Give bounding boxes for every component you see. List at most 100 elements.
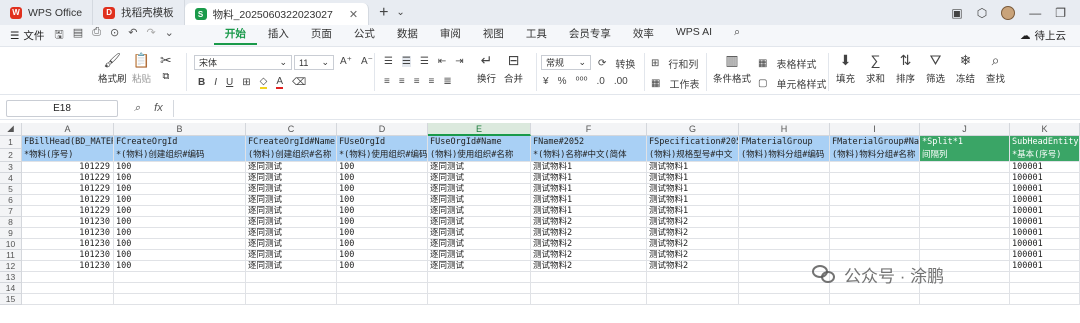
restore-icon[interactable]: ❐ [1055, 6, 1066, 20]
row-header[interactable]: 2 [0, 149, 22, 162]
table-cell[interactable]: 逐同测试 [246, 217, 337, 228]
currency-icon[interactable]: ¥ [543, 76, 549, 87]
undo-icon[interactable]: ↶ [128, 26, 137, 45]
table-cell[interactable]: 100001 [1010, 195, 1080, 206]
table-cell[interactable]: 测试物料2 [531, 261, 647, 272]
menu-tools[interactable]: 工具 [515, 26, 558, 45]
table-cell[interactable] [920, 173, 1010, 184]
table-cell[interactable]: 100001 [1010, 206, 1080, 217]
row-header[interactable]: 1 [0, 136, 22, 149]
menu-insert[interactable]: 插入 [257, 26, 300, 45]
table-cell[interactable]: 100 [337, 195, 428, 206]
table-cell[interactable]: 测试物料1 [647, 195, 739, 206]
table-cell[interactable]: 逐同测试 [428, 173, 531, 184]
table-cell[interactable]: 101230 [22, 250, 114, 261]
table-cell[interactable] [739, 228, 830, 239]
table-cell[interactable]: 逐同测试 [246, 195, 337, 206]
table-cell[interactable] [246, 272, 337, 283]
function-icon[interactable]: fx [154, 102, 163, 115]
sort-button[interactable]: ⇅ 排序 [896, 53, 915, 85]
minimize-icon[interactable]: — [1029, 6, 1041, 20]
find-button[interactable]: ⌕ 查找 [986, 53, 1005, 85]
column-header-i[interactable]: I [830, 123, 920, 136]
table-cell[interactable]: 101229 [22, 162, 114, 173]
table-cell[interactable]: 101229 [22, 173, 114, 184]
table-cell[interactable] [531, 294, 647, 305]
menu-formula[interactable]: 公式 [343, 26, 386, 45]
column-header-d[interactable]: D [337, 123, 428, 136]
table-cell[interactable]: 测试物料1 [647, 173, 739, 184]
table-cell[interactable]: 测试物料1 [531, 195, 647, 206]
table-cell[interactable]: 测试物料2 [531, 250, 647, 261]
font-grow-icon[interactable]: A⁺ [340, 56, 352, 67]
table-cell[interactable]: 逐同测试 [428, 206, 531, 217]
table-cell[interactable] [337, 272, 428, 283]
name-box[interactable]: E18 [6, 100, 118, 117]
italic-icon[interactable]: I [214, 77, 217, 88]
table-cell[interactable] [739, 294, 830, 305]
align-right-icon[interactable]: ≡ [414, 76, 420, 87]
menu-page[interactable]: 页面 [300, 26, 343, 45]
column-header-b[interactable]: B [114, 123, 246, 136]
freeze-button[interactable]: ❄ 冻结 [956, 53, 975, 85]
table-cell[interactable] [428, 272, 531, 283]
table-cell[interactable]: 100001 [1010, 250, 1080, 261]
table-cell[interactable]: 101230 [22, 228, 114, 239]
table-cell[interactable]: 测试物料1 [531, 184, 647, 195]
fill-button[interactable]: ⬇ 填充 [836, 53, 855, 85]
table-cell[interactable]: 测试物料1 [531, 162, 647, 173]
column-header-c[interactable]: C [246, 123, 337, 136]
menu-view[interactable]: 视图 [472, 26, 515, 45]
table-cell[interactable]: 逐同测试 [246, 228, 337, 239]
cell-style-button[interactable]: ▢ 单元格样式 [758, 76, 826, 91]
table-cell[interactable] [337, 294, 428, 305]
thousands-icon[interactable]: ⁰⁰⁰ [575, 76, 587, 87]
row-header[interactable]: 15 [0, 294, 22, 305]
table-cell[interactable]: 100 [337, 217, 428, 228]
table-cell[interactable]: 100 [114, 217, 246, 228]
row-header[interactable]: 14 [0, 283, 22, 294]
table-cell[interactable]: 100 [337, 250, 428, 261]
column-header-e[interactable]: E [428, 123, 531, 136]
fill-color-icon[interactable]: ◇ [259, 76, 268, 89]
align-center-icon[interactable]: ≡ [399, 76, 405, 87]
new-tab-button[interactable]: + [379, 4, 388, 22]
column-header-k[interactable]: K [1010, 123, 1080, 136]
table-cell[interactable]: 逐同测试 [428, 250, 531, 261]
table-cell[interactable] [246, 283, 337, 294]
table-cell[interactable]: 逐同测试 [246, 184, 337, 195]
table-cell[interactable]: 逐同测试 [428, 217, 531, 228]
window-layout-icon[interactable]: ▣ [951, 6, 962, 20]
table-cell[interactable]: 100 [337, 239, 428, 250]
table-cell[interactable] [830, 294, 920, 305]
table-cell[interactable]: 逐同测试 [246, 250, 337, 261]
table-cell[interactable] [920, 294, 1010, 305]
row-header[interactable]: 11 [0, 250, 22, 261]
column-header-j[interactable]: J [920, 123, 1010, 136]
chevron-down-icon[interactable]: ⌄ [396, 7, 404, 18]
column-header-g[interactable]: G [647, 123, 739, 136]
table-cell[interactable]: 测试物料2 [531, 228, 647, 239]
table-cell[interactable] [920, 250, 1010, 261]
table-cell[interactable]: 测试物料1 [531, 173, 647, 184]
align-left-icon[interactable]: ≡ [384, 76, 390, 87]
table-cell[interactable]: 100001 [1010, 217, 1080, 228]
header-cell[interactable]: FSpecification#2052 (物料)规格型号#中文 [647, 136, 739, 162]
table-cell[interactable]: 测试物料2 [531, 217, 647, 228]
row-header[interactable]: 9 [0, 228, 22, 239]
table-cell[interactable]: 测试物料2 [647, 250, 739, 261]
redo-icon[interactable]: ↷ [146, 26, 155, 45]
save-icon[interactable]: 🖫 [54, 26, 63, 45]
justify-icon[interactable]: ≡ [429, 76, 435, 87]
percent-icon[interactable]: % [558, 76, 567, 87]
decrease-decimal-icon[interactable]: .00 [614, 76, 628, 87]
table-cell[interactable]: 100 [114, 173, 246, 184]
table-cell[interactable]: 101230 [22, 217, 114, 228]
table-cell[interactable] [114, 283, 246, 294]
row-header[interactable]: 4 [0, 173, 22, 184]
table-cell[interactable]: 100 [337, 173, 428, 184]
table-cell[interactable] [246, 294, 337, 305]
table-cell[interactable]: 逐同测试 [246, 261, 337, 272]
print-icon[interactable]: ⎙ [92, 26, 101, 45]
table-cell[interactable] [739, 250, 830, 261]
